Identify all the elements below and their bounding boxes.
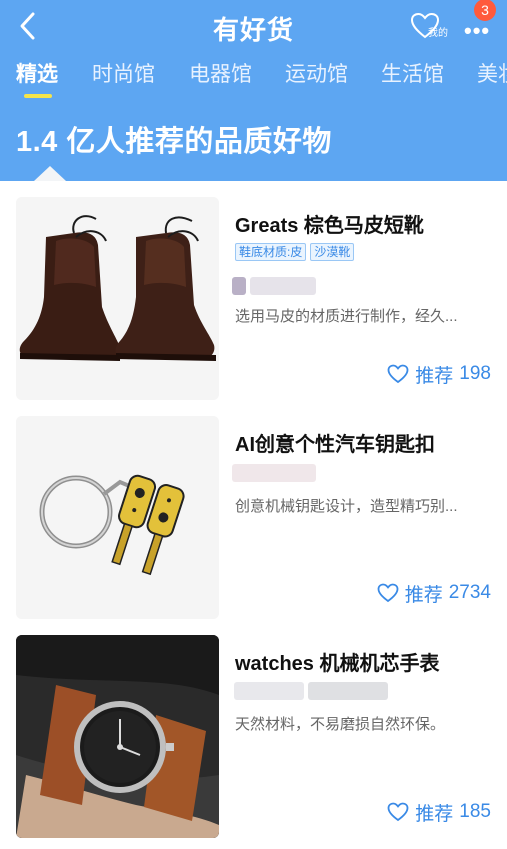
username-blurred [232, 464, 316, 482]
recommend-count: 198 [459, 363, 491, 384]
tab-life[interactable]: 生活馆 [381, 58, 444, 88]
mine-label: 我的 [428, 28, 448, 39]
username-blurred [308, 682, 388, 700]
recommend-label: 推荐 [415, 365, 454, 387]
product-card[interactable]: watches 机械机芯手表 天然材料，不易磨损自然环保。 推荐 185 [0, 619, 507, 838]
more-dots-icon: ••• [464, 18, 491, 43]
recommend-count: 2734 [448, 582, 491, 603]
notification-badge: 3 [474, 0, 496, 21]
product-title: AI创意个性汽车钥匙扣 [235, 434, 435, 456]
heart-outline-icon [377, 583, 399, 603]
mine-button[interactable]: 我的 [410, 10, 452, 44]
category-tabs: 精选 时尚馆 电器馆 运动馆 生活馆 美妆 [0, 54, 507, 100]
tab-appliances[interactable]: 电器馆 [189, 58, 252, 88]
recommend-label: 推荐 [415, 803, 454, 825]
product-card[interactable]: Greats 棕色马皮短靴 鞋底材质:皮 沙漠靴 选用马皮的材质进行制作，经久..… [0, 181, 507, 400]
product-tags: 鞋底材质:皮 沙漠靴 [235, 243, 358, 263]
top-bar: 有好货 我的 ••• 3 [0, 0, 507, 54]
user-info-blurred [232, 464, 320, 482]
leather-boots-icon [16, 197, 219, 400]
heart-outline-icon [387, 364, 409, 384]
recommend-count: 185 [459, 801, 491, 822]
product-card[interactable]: AI创意个性汽车钥匙扣 创意机械钥匙设计，造型精巧别... 推荐 2734 [0, 400, 507, 619]
recommend-button[interactable]: 推荐 185 [387, 800, 491, 825]
header-notch [34, 166, 66, 181]
tab-featured[interactable]: 精选 [16, 58, 58, 88]
username-blurred [250, 277, 316, 295]
user-info-blurred [232, 682, 392, 700]
product-image [16, 416, 219, 619]
user-info-blurred [232, 277, 322, 295]
product-image [16, 197, 219, 400]
tab-beauty[interactable]: 美妆 [477, 58, 507, 88]
tab-indicator [24, 94, 52, 98]
product-title: watches 机械机芯手表 [235, 653, 440, 675]
product-description: 创意机械钥匙设计，造型精巧别... [235, 498, 458, 515]
recommend-button[interactable]: 推荐 2734 [377, 581, 491, 606]
avatar [232, 277, 246, 295]
header: 有好货 我的 ••• 3 精选 时尚馆 电器馆 运动馆 生活馆 美妆 1.4 亿… [0, 0, 507, 181]
product-tag: 沙漠靴 [310, 243, 355, 261]
keychain-icon [16, 416, 219, 619]
username-blurred [234, 682, 304, 700]
heart-outline-icon [387, 802, 409, 822]
product-description: 天然材料，不易磨损自然环保。 [235, 716, 446, 733]
recommend-label: 推荐 [404, 584, 443, 606]
wristwatch-icon [16, 635, 219, 838]
tab-fashion[interactable]: 时尚馆 [92, 58, 155, 88]
product-list: Greats 棕色马皮短靴 鞋底材质:皮 沙漠靴 选用马皮的材质进行制作，经久..… [0, 181, 507, 849]
product-description: 选用马皮的材质进行制作，经久... [235, 308, 458, 325]
headline: 1.4 亿人推荐的品质好物 [16, 126, 332, 158]
product-image [16, 635, 219, 838]
recommend-button[interactable]: 推荐 198 [387, 362, 491, 387]
product-tag: 鞋底材质:皮 [235, 243, 307, 261]
product-title: Greats 棕色马皮短靴 [235, 215, 424, 237]
tab-sports[interactable]: 运动馆 [285, 58, 348, 88]
